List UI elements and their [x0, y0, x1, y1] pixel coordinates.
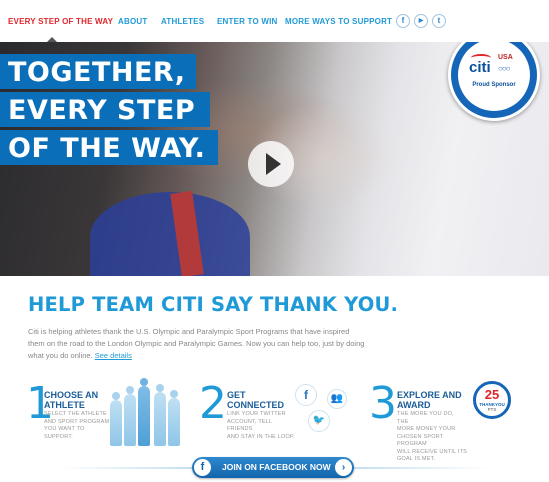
youtube-icon[interactable]: ▶: [414, 14, 428, 28]
badge-tagline: Proud Sponsor: [472, 82, 516, 88]
nav-enter-to-win[interactable]: ENTER TO WIN: [217, 17, 277, 26]
step-3-description: THE MORE YOU DO, THE MORE MONEY YOUR CHO…: [397, 411, 468, 462]
step-3-title: EXPLORE AND AWARD: [397, 390, 462, 410]
athlete-figure: [168, 398, 180, 446]
step-1-title: CHOOSE AN ATHLETE: [44, 390, 99, 410]
athlete-figure: [124, 394, 136, 446]
hero-video[interactable]: TOGETHER, EVERY STEP OF THE WAY. citi US…: [0, 42, 549, 276]
points-value: 25: [484, 387, 500, 402]
twitter-icon[interactable]: 🐦: [308, 410, 330, 432]
top-nav: EVERY STEP OF THE WAY ABOUT ATHLETES ENT…: [0, 0, 549, 43]
see-details-link[interactable]: See details: [95, 351, 132, 360]
nav-athletes[interactable]: ATHLETES: [161, 17, 204, 26]
athlete-silhouettes[interactable]: [108, 376, 186, 446]
play-icon[interactable]: [248, 141, 294, 187]
step-1-description: SELECT THE ATHLETE AND SPORT PROGRAM YOU…: [44, 411, 110, 440]
citi-logo: citi: [469, 59, 491, 76]
step-3-number: 3: [369, 378, 397, 429]
athlete-head: [170, 390, 178, 398]
step-2-title: GET CONNECTED: [227, 390, 285, 410]
headline-line-2: EVERY STEP: [0, 92, 210, 127]
athlete-singlet: [90, 192, 250, 276]
badge-inner: citi USA ○○○ Proud Sponsor: [458, 42, 530, 111]
intro-text: Citi is helping athletes thank the U.S. …: [28, 326, 368, 362]
intro-body: Citi is helping athletes thank the U.S. …: [28, 327, 365, 360]
facebook-icon[interactable]: f: [295, 384, 317, 406]
athlete-head: [126, 386, 134, 394]
athlete-figure: [138, 386, 150, 446]
athlete-head: [112, 392, 120, 400]
usa-team-logo: USA: [498, 54, 513, 61]
chevron-right-icon: ›: [335, 459, 352, 476]
headline-line-3: OF THE WAY.: [0, 130, 218, 165]
facebook-icon[interactable]: f: [396, 14, 410, 28]
points-unit: PTS: [487, 407, 497, 412]
olympic-rings-icon: ○○○: [498, 64, 510, 73]
thank-you-points-badge: 25 THANKYOU PTS: [473, 381, 511, 419]
facebook-icon: f: [194, 459, 211, 476]
athlete-head: [156, 384, 164, 392]
nav-every-step[interactable]: EVERY STEP OF THE WAY: [8, 17, 113, 26]
join-facebook-label: JOIN ON FACEBOOK NOW: [222, 462, 331, 472]
nav-more-ways[interactable]: MORE WAYS TO SUPPORT: [285, 17, 392, 26]
step-2-description: LINK YOUR TWITTER ACCOUNT, TELL FRIENDS …: [227, 411, 295, 440]
athlete-figure: [154, 392, 166, 446]
twitter-icon[interactable]: t: [432, 14, 446, 28]
people-icon[interactable]: 👥: [327, 389, 347, 409]
section-title: HELP TEAM CITI SAY THANK YOU.: [28, 293, 399, 316]
athlete-head: [140, 378, 148, 386]
headline-line-1: TOGETHER,: [0, 54, 196, 89]
athlete-figure: [110, 400, 122, 446]
nav-about[interactable]: ABOUT: [118, 17, 147, 26]
step-2-number: 2: [199, 378, 227, 429]
join-facebook-button[interactable]: f JOIN ON FACEBOOK NOW ›: [192, 457, 354, 478]
